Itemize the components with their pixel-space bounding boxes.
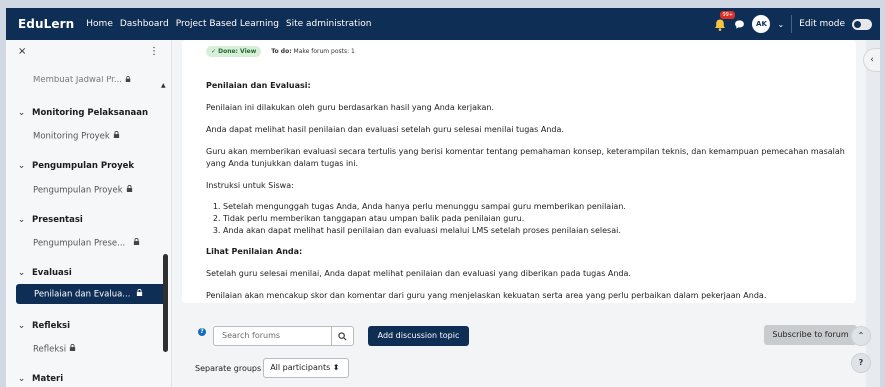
edit-mode-toggle[interactable] bbox=[852, 18, 872, 30]
chevron-down-icon: ⌄ bbox=[18, 321, 26, 331]
sidebar-item-refleksi[interactable]: Refleksi bbox=[6, 344, 166, 355]
chevron-down-icon[interactable]: ⌄ bbox=[777, 20, 784, 29]
sidebar-item-pengumpulan-proyek[interactable]: Pengumpulan Proyek bbox=[6, 185, 166, 196]
notification-count-badge: 99+ bbox=[720, 11, 736, 19]
search-forums: Search forums bbox=[213, 326, 354, 346]
activity-description-card: ✓ Done: View To do: Make forum posts: 1 … bbox=[182, 40, 856, 303]
sidebar-item-label: Penilaian dan Evalua... bbox=[34, 289, 131, 300]
lock-icon bbox=[125, 76, 131, 83]
heading-lihat-penilaian: Lihat Penilaian Anda: bbox=[206, 247, 303, 256]
lock-icon bbox=[133, 238, 140, 248]
user-controls: 99+ AK ⌄ Edit mode bbox=[713, 8, 872, 40]
instructions-list: Setelah mengunggah tugas Anda, Anda hany… bbox=[206, 201, 846, 237]
heading-penilaian-dan-evaluasi: Penilaian dan Evaluasi: bbox=[206, 81, 311, 90]
list-item: Tidak perlu memberikan tanggapan atau um… bbox=[223, 213, 846, 225]
divider bbox=[791, 15, 793, 33]
scroll-to-top-button[interactable]: ⌃ bbox=[851, 326, 871, 346]
lock-icon bbox=[113, 131, 120, 141]
top-navbar: EduLern Home Dashboard Project Based Lea… bbox=[6, 8, 880, 40]
subscribe-to-forum-button[interactable]: Subscribe to forum bbox=[764, 325, 857, 345]
main-content: ✓ Done: View To do: Make forum posts: 1 … bbox=[173, 40, 880, 387]
chevron-down-icon: ⌄ bbox=[18, 374, 26, 384]
group-select[interactable]: All participants ⬍ bbox=[263, 358, 350, 378]
toggle-knob bbox=[854, 20, 861, 28]
nav-site-administration[interactable]: Site administration bbox=[286, 19, 372, 29]
more-options-icon[interactable]: ⋮ bbox=[149, 46, 159, 57]
primary-nav: Home Dashboard Project Based Learning Si… bbox=[86, 19, 371, 29]
close-icon[interactable]: × bbox=[18, 46, 26, 57]
help-button[interactable]: ? bbox=[851, 353, 871, 373]
sidebar-item-monitoring-proyek[interactable]: Monitoring Proyek bbox=[6, 131, 166, 142]
paragraph: Anda dapat melihat hasil penilaian dan e… bbox=[206, 125, 564, 134]
sidebar-item-label: Refleksi bbox=[33, 344, 67, 355]
paragraph: Penilaian akan mencakup skor dan komenta… bbox=[206, 291, 767, 300]
separate-groups-label: Separate groups bbox=[195, 363, 262, 373]
search-button[interactable] bbox=[331, 327, 353, 345]
brand-logo[interactable]: EduLern bbox=[18, 17, 74, 31]
sidebar-item-label: Pengumpulan Prese... bbox=[33, 238, 126, 249]
user-avatar[interactable]: AK bbox=[752, 15, 771, 33]
list-item: Anda akan dapat melihat hasil penilaian … bbox=[223, 225, 846, 237]
section-materi[interactable]: ⌄ Materi bbox=[6, 374, 166, 384]
done-view-badge: ✓ Done: View bbox=[206, 46, 262, 57]
open-block-drawer-button[interactable]: ‹ bbox=[863, 48, 881, 72]
sidebar-item-label: Pengumpulan Proyek bbox=[33, 185, 123, 196]
chevron-down-icon: ⌄ bbox=[18, 108, 26, 118]
todo-status: To do: Make forum posts: 1 bbox=[271, 48, 355, 55]
messages-chat-icon[interactable] bbox=[734, 19, 745, 30]
section-title: Presentasi bbox=[32, 215, 83, 225]
nav-dashboard[interactable]: Dashboard bbox=[120, 19, 169, 29]
app-window: EduLern Home Dashboard Project Based Lea… bbox=[6, 8, 880, 387]
paragraph: Penilaian ini dilakukan oleh guru berdas… bbox=[206, 103, 494, 112]
list-item: Setelah mengunggah tugas Anda, Anda hany… bbox=[223, 201, 846, 213]
section-refleksi[interactable]: ⌄ Refleksi bbox=[6, 321, 166, 331]
chevron-down-icon: ⌄ bbox=[18, 215, 26, 225]
sidebar-scrollbar[interactable] bbox=[163, 254, 168, 352]
section-title: Pengumpulan Proyek bbox=[32, 161, 135, 171]
add-discussion-topic-button[interactable]: Add discussion topic bbox=[368, 326, 469, 346]
sidebar-item-label: Membuat Jadwal Pr... bbox=[33, 76, 123, 85]
section-presentasi[interactable]: ⌄ Presentasi bbox=[6, 215, 166, 225]
drawer-header: × ⋮ bbox=[6, 40, 171, 62]
separate-groups-row: Separate groups All participants ⬍ bbox=[195, 358, 350, 378]
search-icon bbox=[338, 331, 347, 340]
chevron-down-icon: ⌄ bbox=[18, 268, 26, 278]
completion-status: ✓ Done: View To do: Make forum posts: 1 bbox=[206, 46, 355, 57]
chevron-down-icon: ⌄ bbox=[18, 161, 26, 171]
section-evaluasi[interactable]: ⌄ Evaluasi bbox=[6, 268, 166, 278]
section-title: Evaluasi bbox=[32, 268, 72, 278]
section-title: Materi bbox=[32, 374, 64, 384]
notifications-bell-icon[interactable]: 99+ bbox=[713, 11, 736, 31]
lock-icon bbox=[126, 185, 133, 195]
nav-home[interactable]: Home bbox=[86, 19, 113, 29]
nav-project-based-learning[interactable]: Project Based Learning bbox=[176, 19, 279, 29]
sidebar-item-penilaian-dan-evaluasi[interactable]: Penilaian dan Evalua... bbox=[16, 284, 167, 304]
sidebar-item-truncated[interactable]: Membuat Jadwal Pr... bbox=[6, 76, 166, 86]
help-icon[interactable]: ? bbox=[198, 328, 206, 336]
sidebar-item-label: Monitoring Proyek bbox=[33, 131, 110, 142]
paragraph: Setelah guru selesai menilai, Anda dapat… bbox=[206, 269, 631, 278]
section-monitoring-pelaksanaan[interactable]: ⌄ Monitoring Pelaksanaan bbox=[6, 108, 166, 118]
course-index-drawer: × ⋮ Membuat Jadwal Pr... ⌄ Monitoring Pel… bbox=[6, 40, 172, 387]
todo-label: To do: bbox=[271, 48, 292, 55]
scroll-up-arrow-icon[interactable]: ▲ bbox=[161, 82, 166, 89]
instructions-title: Instruksi untuk Siswa: bbox=[206, 181, 294, 190]
section-title: Refleksi bbox=[32, 321, 71, 331]
forum-actions: ? Search forums Add discussion topic Sub… bbox=[195, 325, 857, 347]
section-pengumpulan-proyek[interactable]: ⌄ Pengumpulan Proyek bbox=[6, 161, 166, 171]
edit-mode-label: Edit mode bbox=[799, 19, 845, 29]
search-input[interactable]: Search forums bbox=[214, 327, 331, 345]
lock-icon bbox=[136, 284, 143, 304]
paragraph: Guru akan memberikan evaluasi secara ter… bbox=[206, 147, 845, 168]
todo-text: Make forum posts: 1 bbox=[293, 48, 355, 55]
lock-icon bbox=[69, 344, 76, 354]
sidebar-item-pengumpulan-presentasi[interactable]: Pengumpulan Prese... bbox=[6, 238, 166, 249]
section-title: Monitoring Pelaksanaan bbox=[32, 108, 149, 118]
